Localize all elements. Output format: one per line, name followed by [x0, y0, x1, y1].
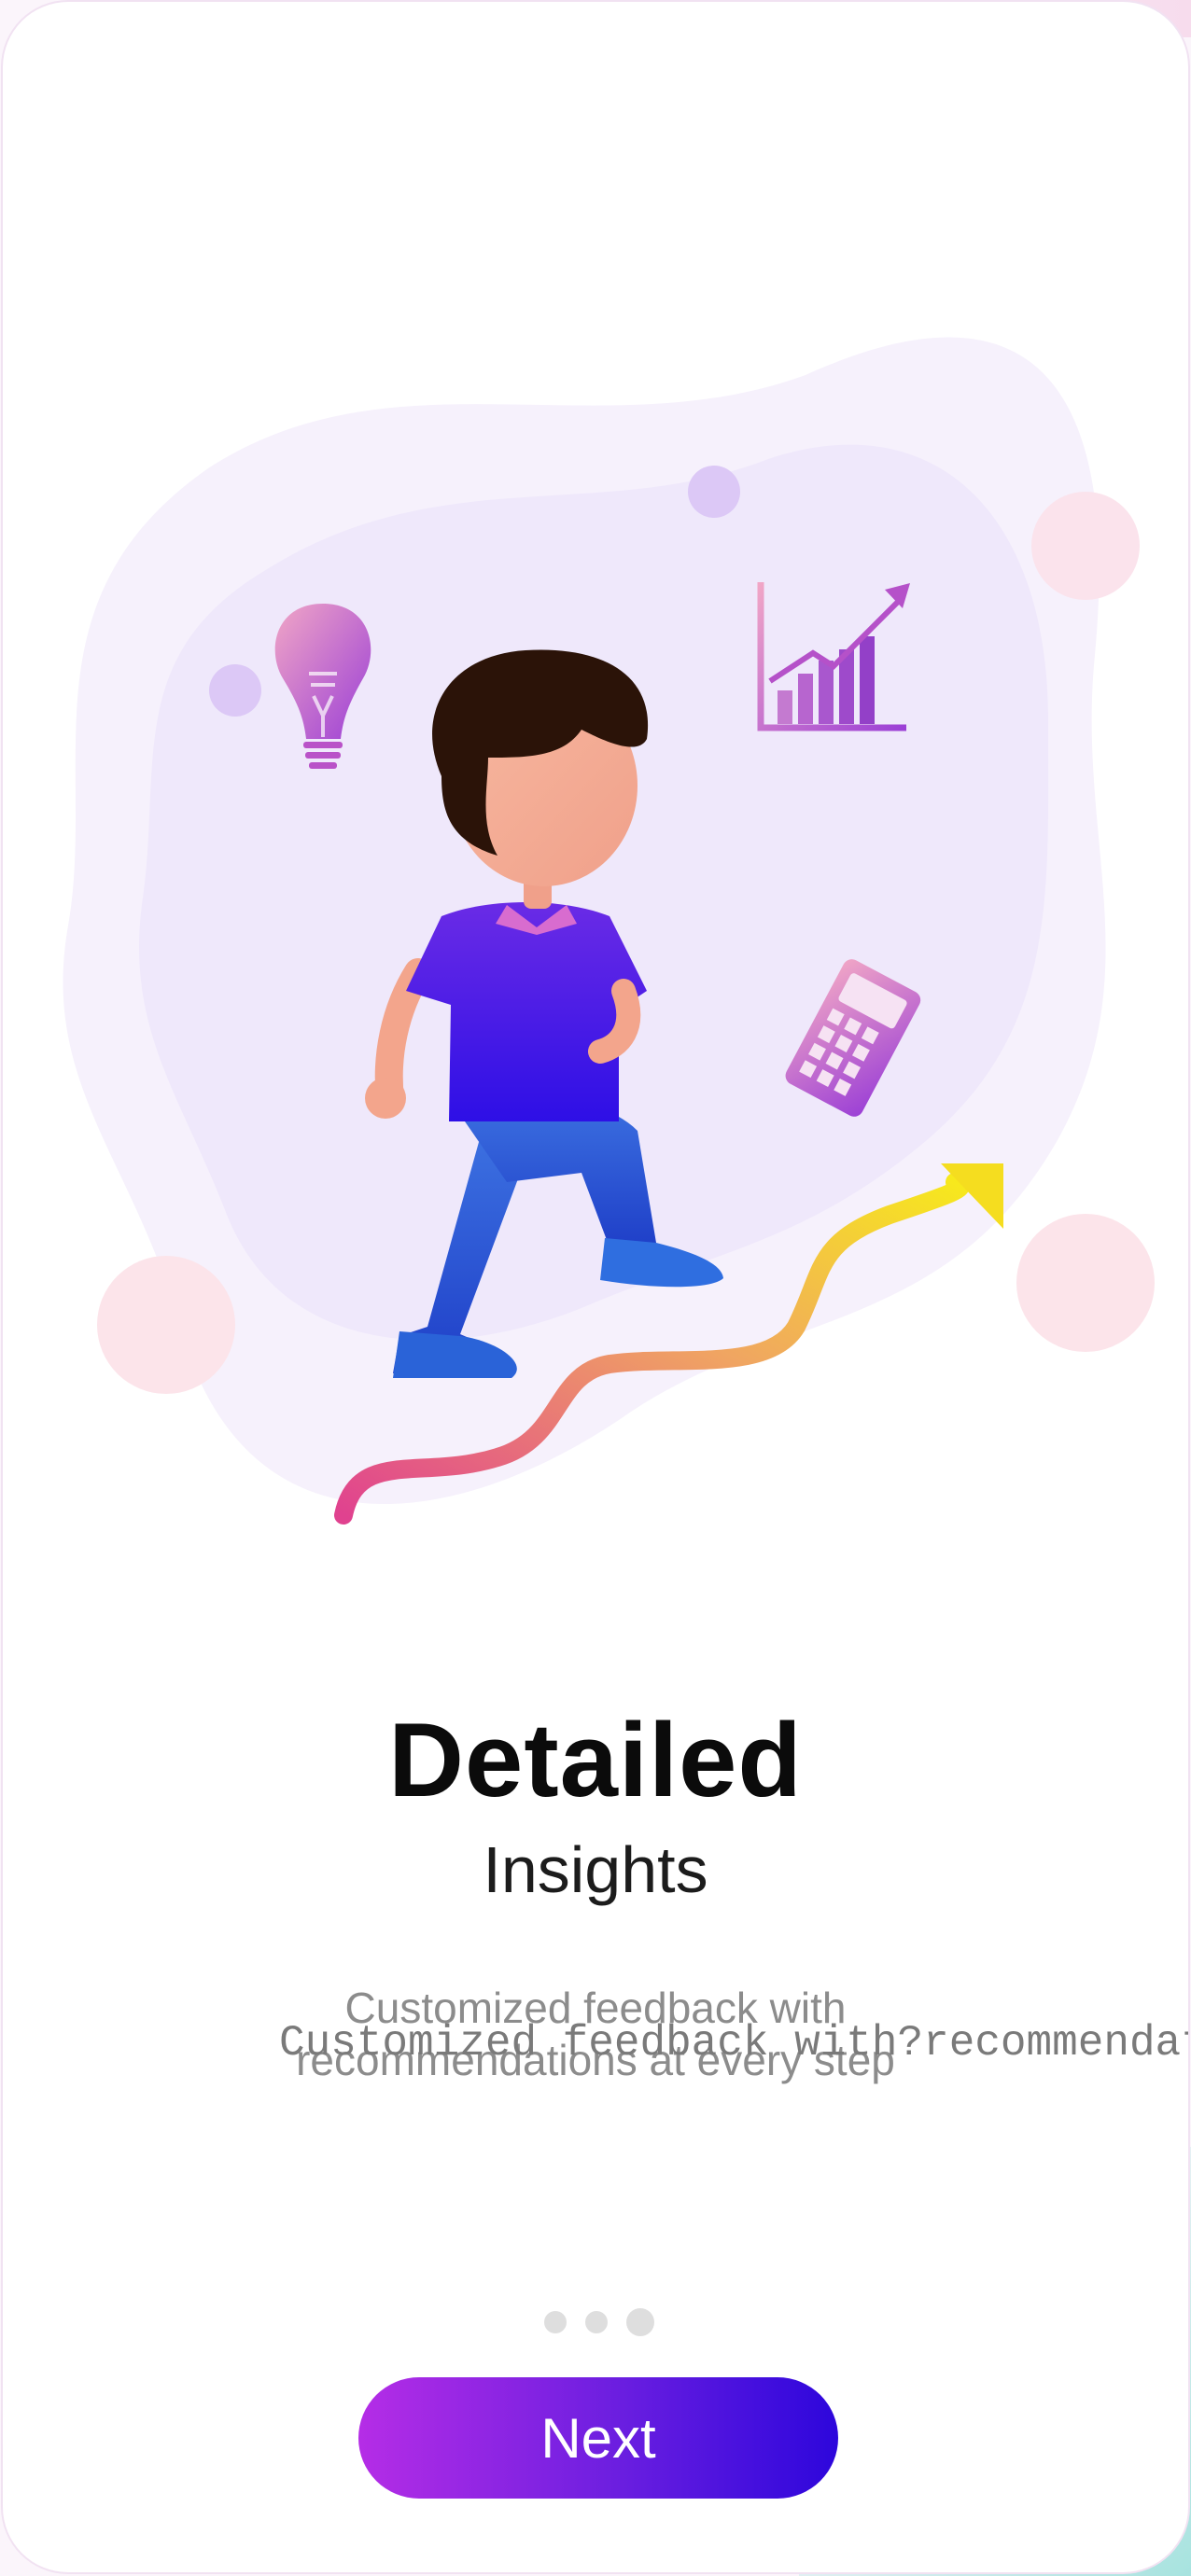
- onboarding-title: Detailed: [388, 1702, 803, 1818]
- pagination-dots: [544, 2308, 654, 2336]
- decorative-circle: [1016, 1214, 1155, 1352]
- decorative-circle: [1031, 492, 1140, 600]
- description-overlay-text: Customized feedback with?recommendations…: [279, 2019, 1188, 2068]
- pagination-dot-active[interactable]: [626, 2308, 654, 2336]
- next-button[interactable]: Next: [358, 2377, 838, 2499]
- onboarding-screen: Detailed Insights Customized feedback wi…: [3, 2, 1188, 2572]
- decorative-circle: [97, 1256, 235, 1394]
- pagination-dot[interactable]: [585, 2311, 608, 2333]
- pagination-dot[interactable]: [544, 2311, 567, 2333]
- decorative-circle: [209, 664, 261, 717]
- onboarding-subtitle: Insights: [483, 1833, 708, 1906]
- onboarding-illustration: [63, 337, 1155, 1525]
- decorative-circle: [688, 466, 740, 518]
